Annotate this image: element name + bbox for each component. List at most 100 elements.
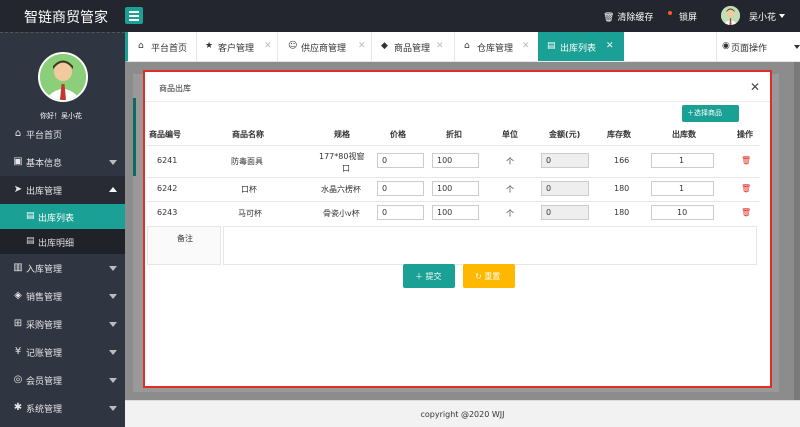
sidebar-item-sales[interactable]: ◈ 销售管理 [0, 282, 125, 310]
col-header-unit: 单位 [502, 130, 518, 139]
reset-button[interactable]: ↻ 重置 [463, 264, 515, 288]
close-icon[interactable]: ✕ [358, 41, 366, 51]
top-header: 智链商贸管家 🗑 清除缓存 锁屏 吴小花 [0, 0, 800, 32]
home-icon: ⌂ [138, 41, 144, 51]
sidebar-item-purchase[interactable]: ⊞ 采购管理 [0, 310, 125, 338]
brand-title: 智链商贸管家 [24, 10, 108, 26]
page-ops-dropdown[interactable]: ◉ 页面操作 [716, 32, 800, 61]
tab-suppliers[interactable]: ☺ 供应商管理 ✕ [288, 32, 370, 61]
cell-code: 6242 [157, 184, 178, 193]
sidebar-item-members[interactable]: ◎ 会员管理 [0, 366, 125, 394]
chevron-down-icon [109, 378, 117, 383]
cell-spec: 水晶六楞杯 [321, 185, 361, 194]
avatar[interactable] [721, 6, 740, 25]
col-header-name: 商品名称 [232, 130, 264, 139]
discount-input[interactable]: 100 [432, 205, 479, 220]
close-icon[interactable]: ✕ [522, 41, 530, 51]
tag-icon: ◈ [14, 290, 22, 301]
amount-field: 0 [541, 205, 589, 220]
submit-button[interactable]: ＋ 提交 [403, 264, 455, 288]
chevron-down-icon [109, 350, 117, 355]
house-icon: ⌂ [464, 41, 470, 51]
cell-stock: 166 [614, 156, 630, 165]
cell-spec: 骨瓷小v杯 [323, 209, 360, 218]
home-icon: ⌂ [14, 128, 22, 139]
sidebar-item-basic-info[interactable]: ▣ 基本信息 [0, 148, 125, 176]
cell-name: 口杯 [241, 185, 257, 194]
discount-input[interactable]: 100 [432, 153, 479, 168]
col-header-spec: 规格 [334, 130, 350, 139]
price-input[interactable]: 0 [377, 153, 424, 168]
chevron-down-icon [109, 160, 117, 165]
tab-warehouse[interactable]: ⌂ 仓库管理 ✕ [464, 32, 536, 61]
user-avatar-icon [40, 54, 86, 100]
sidebar-item-accounting[interactable]: ¥ 记账管理 [0, 338, 125, 366]
sidebar-subitem-outbound-list[interactable]: ▤ 出库列表 [0, 204, 125, 229]
close-icon[interactable]: ✕ [750, 80, 760, 94]
cell-name: 马可杯 [238, 209, 262, 218]
user-avatar-icon [721, 6, 740, 25]
col-header-qty: 出库数 [672, 130, 696, 139]
delete-icon[interactable]: 🗑 [741, 208, 751, 217]
gear-icon: ✱ [13, 402, 23, 413]
chevron-down-icon [794, 45, 800, 49]
username[interactable]: 吴小花 [749, 10, 776, 23]
close-icon[interactable]: ✕ [606, 41, 614, 51]
cart-icon: ⊞ [13, 318, 23, 329]
chevron-down-icon [109, 406, 117, 411]
cell-code: 6241 [157, 156, 178, 165]
hamburger-icon [129, 11, 139, 13]
sidebar-item-inbound[interactable]: ▥ 入库管理 [0, 254, 125, 282]
price-input[interactable]: 0 [377, 181, 424, 196]
refresh-icon: ↻ [475, 272, 482, 281]
col-header-price: 价格 [390, 130, 406, 139]
col-header-code: 商品编号 [149, 130, 181, 139]
col-header-stock: 库存数 [607, 130, 631, 139]
price-input[interactable]: 0 [377, 205, 424, 220]
col-header-discount: 折扣 [446, 130, 462, 139]
sidebar-item-outbound[interactable]: ➤ 出库管理 [0, 176, 125, 204]
user-icon: ☺ [288, 41, 298, 51]
menu-toggle-button[interactable] [125, 7, 143, 24]
scrollbar[interactable] [794, 62, 800, 400]
cell-unit: 个 [506, 185, 514, 194]
chevron-down-icon [109, 294, 117, 299]
modal-title: 商品出库 [159, 84, 191, 93]
remark-textarea[interactable] [223, 226, 757, 265]
delete-icon[interactable]: 🗑 [741, 156, 751, 165]
chevron-down-icon[interactable] [779, 14, 785, 18]
cell-spec-wrap: 口 [342, 164, 350, 173]
sidebar-item-system[interactable]: ✱ 系统管理 [0, 394, 125, 422]
discount-input[interactable]: 100 [432, 181, 479, 196]
sidebar-item-home[interactable]: ⌂ 平台首页 [0, 120, 125, 148]
cell-spec: 177*80视窗 [319, 152, 365, 161]
close-icon[interactable]: ✕ [436, 41, 444, 51]
plus-icon: ＋ [415, 272, 423, 281]
clear-cache-button[interactable]: 🗑 清除缓存 [603, 10, 653, 23]
tab-products[interactable]: ◆ 商品管理 ✕ [381, 32, 453, 61]
qty-input[interactable]: 10 [651, 205, 714, 220]
sidebar-subitem-outbound-detail[interactable]: ▤ 出库明细 [0, 229, 125, 254]
send-icon: ➤ [13, 184, 23, 195]
col-header-amount: 金额(元) [549, 130, 581, 139]
star-icon: ★ [205, 41, 214, 51]
remark-label: 备注 [147, 226, 221, 265]
qty-input[interactable]: 1 [651, 153, 714, 168]
cube-icon: ◎ [13, 374, 23, 385]
cell-unit: 个 [506, 157, 514, 166]
trash-icon: 🗑 [603, 13, 615, 23]
cell-stock: 180 [614, 184, 630, 193]
tab-outbound-list[interactable]: ▤ 出库列表 ✕ [538, 32, 624, 61]
list-icon: ▤ [26, 236, 35, 246]
cell-name: 防毒面具 [231, 157, 263, 166]
notify-dot [668, 11, 672, 15]
col-header-actions: 操作 [737, 130, 753, 139]
delete-icon[interactable]: 🗑 [741, 184, 751, 193]
close-icon[interactable]: ✕ [264, 41, 272, 51]
tab-customers[interactable]: ★ 客户管理 ✕ [205, 32, 279, 61]
select-products-button[interactable]: ＋选择商品 [682, 105, 739, 122]
qty-input[interactable]: 1 [651, 181, 714, 196]
lock-screen-button[interactable]: 锁屏 [679, 10, 697, 23]
outbound-modal: 商品出库 ✕ ＋选择商品 商品编号 商品名称 规格 价格 折扣 单位 金额(元)… [143, 70, 772, 388]
tab-home[interactable]: ⌂ 平台首页 [138, 32, 200, 61]
